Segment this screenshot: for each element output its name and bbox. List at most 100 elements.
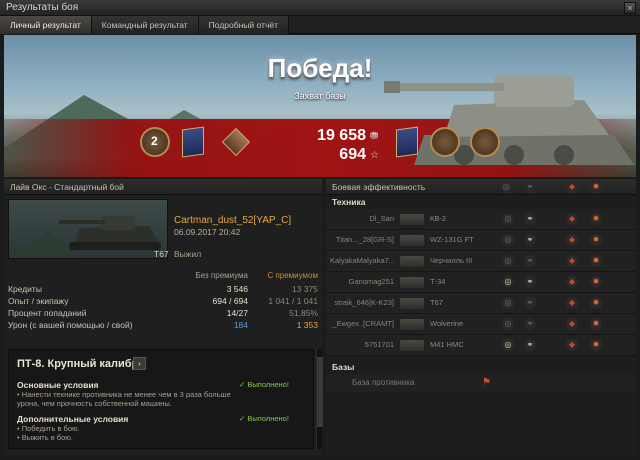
enemy-player-name: _Ewgex..[CRAMT] xyxy=(332,319,394,328)
list-item[interactable]: 5751701 M41 HMC ◎ ⚭ ◆ ✹ xyxy=(326,335,636,356)
mastery-level: 2 xyxy=(151,134,158,148)
kill-icon: ✹ xyxy=(590,339,602,351)
row-label: Урон (с вашей помощью / свой) xyxy=(8,320,133,330)
list-item[interactable]: straik_646[K-K23] T67 ◎ ⚭ ◆ ✹ xyxy=(326,293,636,314)
damage-icon: ◆ xyxy=(566,213,578,225)
damage-icon: ◆ xyxy=(566,318,578,330)
mission-details-button[interactable]: › xyxy=(133,357,146,370)
row-value: 3 546 xyxy=(226,284,248,294)
track-damage-icon: ⚭ xyxy=(524,297,536,309)
mission-scrollbar[interactable] xyxy=(316,349,323,449)
enemy-tank-name: Т-34 xyxy=(430,277,446,286)
battle-result-title: Победа! xyxy=(267,53,373,83)
enemy-tank-name: T67 xyxy=(430,298,443,307)
tank-icon xyxy=(400,256,424,267)
scrollbar-thumb[interactable] xyxy=(317,357,323,427)
enemy-player-name: straik_646[K-K23] xyxy=(334,298,394,307)
tank-icon xyxy=(400,235,424,246)
tab-bar: Личный результат Командный результат Под… xyxy=(0,16,640,34)
damage-icon: ◆ xyxy=(566,234,578,246)
spotted-icon: ◎ xyxy=(502,339,514,351)
main-conditions-status: ✓ Выполнено! xyxy=(239,380,289,389)
damage-icon: ◆ xyxy=(566,181,578,193)
enemy-player-name: 5751701 xyxy=(364,340,394,349)
row-value: 694 / 694 xyxy=(212,296,248,306)
spotted-icon: ◎ xyxy=(500,181,512,193)
kill-icon: ✹ xyxy=(590,276,602,288)
list-item[interactable]: KalyakaMalyaka7... Черчилль III ◎ ⚭ ◆ ✹ xyxy=(326,251,636,272)
bases-section-title: Базы xyxy=(332,362,355,372)
kill-icon: ✹ xyxy=(590,318,602,330)
tank-icon xyxy=(400,298,424,309)
window-title: Результаты боя xyxy=(6,2,79,13)
kill-icon: ✹ xyxy=(590,234,602,246)
extra-conditions-status: ✓ Выполнено! xyxy=(239,414,289,423)
extra-conditions-text: • Победить в бою. xyxy=(17,424,80,433)
achievement-medal-icon[interactable] xyxy=(396,126,418,158)
personal-results-panel: Лайв Окс - Стандартный бой Cartman_dust_… xyxy=(4,179,323,455)
list-item[interactable]: Titan..._28[GR-S] WZ-131G FT ◎ ⚭ ◆ ✹ xyxy=(326,230,636,251)
enemy-tank-name: WZ-131G FT xyxy=(430,235,474,244)
list-item[interactable]: Dl_San КВ-2 ◎ ⚭ ◆ ✹ xyxy=(326,209,636,230)
tank-icon xyxy=(11,216,161,258)
spotted-icon: ◎ xyxy=(502,276,514,288)
tab-personal-result[interactable]: Личный результат xyxy=(0,16,92,34)
list-item[interactable]: Ganomag251 Т-34 ◎ ⚭ ◆ ✹ xyxy=(326,272,636,293)
player-name: Cartman_dust_52[YAP_C] xyxy=(174,215,292,226)
enemy-tank-name: Черчилль III xyxy=(430,256,473,265)
tank-icon xyxy=(400,277,424,288)
window-titlebar: Результаты боя × xyxy=(0,0,640,16)
list-item[interactable]: _Ewgex..[CRAMT] Wolverine ◎ ⚭ ◆ ✹ xyxy=(326,314,636,335)
kill-icon: ✹ xyxy=(590,255,602,267)
damage-icon: ◆ xyxy=(566,255,578,267)
coin-icon: ⛃ xyxy=(370,131,379,142)
track-damage-icon: ⚭ xyxy=(524,181,536,193)
efficiency-header: Боевая эффективность ◎ ⚭ ◆ ✹ xyxy=(326,179,636,195)
spotted-icon: ◎ xyxy=(502,318,514,330)
star-icon: ☆ xyxy=(370,150,379,161)
row-value-premium: 13 375 xyxy=(292,284,318,294)
row-value-premium: 51,85% xyxy=(289,308,318,318)
battle-date: 06.09.2017 20:42 xyxy=(174,227,241,237)
row-label: Опыт / экипажу xyxy=(8,296,69,306)
table-row: Процент попаданий 14/27 51,85% xyxy=(8,307,318,319)
spotted-icon: ◎ xyxy=(502,255,514,267)
survival-status: Выжил xyxy=(174,249,202,259)
main-conditions-title: Основные условия xyxy=(17,380,99,390)
tab-detailed-report[interactable]: Подробный отчёт xyxy=(198,16,289,34)
extra-conditions-text: • Выжить в бою. xyxy=(17,433,73,442)
vehicle-image xyxy=(8,199,168,259)
achievement-medal-icon[interactable] xyxy=(182,126,204,158)
kill-icon: ✹ xyxy=(590,181,602,193)
earned-xp: 694 xyxy=(339,146,366,163)
row-value-premium: 1 041 / 1 041 xyxy=(268,296,318,306)
track-damage-icon: ⚭ xyxy=(524,318,536,330)
spotted-icon: ◎ xyxy=(502,234,514,246)
award-medal-icon[interactable] xyxy=(470,127,500,157)
battle-efficiency-panel: Боевая эффективность ◎ ⚭ ◆ ✹ Техника Dl_… xyxy=(326,179,636,455)
enemy-player-name: Titan..._28[GR-S] xyxy=(335,235,394,244)
spotted-icon: ◎ xyxy=(502,213,514,225)
track-damage-icon: ⚭ xyxy=(524,276,536,288)
close-button[interactable]: × xyxy=(624,2,636,14)
stats-header: Без премиума С премиумом xyxy=(8,269,318,283)
tank-icon xyxy=(400,214,424,225)
list-item[interactable]: База противника ⚑ xyxy=(326,374,636,392)
stats-table: Без премиума С премиумом Кредиты 3 546 1… xyxy=(8,269,318,331)
tank-icon xyxy=(400,340,424,351)
mission-panel: ПТ-8. Крупный калибр › Основные условия … xyxy=(8,349,314,449)
award-medal-icon[interactable] xyxy=(430,127,460,157)
earned-credits: 19 658 xyxy=(317,127,366,144)
result-banner: Победа! Захват базы 2 19 658 ⛃ 694 ☆ xyxy=(4,35,636,177)
extra-conditions-title: Дополнительные условия xyxy=(17,414,129,424)
tank-icon xyxy=(400,319,424,330)
row-value: 184 xyxy=(233,320,248,330)
tab-team-result[interactable]: Командный результат xyxy=(91,16,199,34)
tank-name: T67 xyxy=(154,249,169,259)
battle-result-reason: Захват базы xyxy=(294,91,346,101)
main-conditions-text: • Нанести технике противника не менее че… xyxy=(17,390,231,408)
enemy-tank-name: КВ-2 xyxy=(430,214,447,223)
damage-icon: ◆ xyxy=(566,276,578,288)
row-label: Кредиты xyxy=(8,284,42,294)
col-no-premium: Без премиума xyxy=(195,271,248,280)
